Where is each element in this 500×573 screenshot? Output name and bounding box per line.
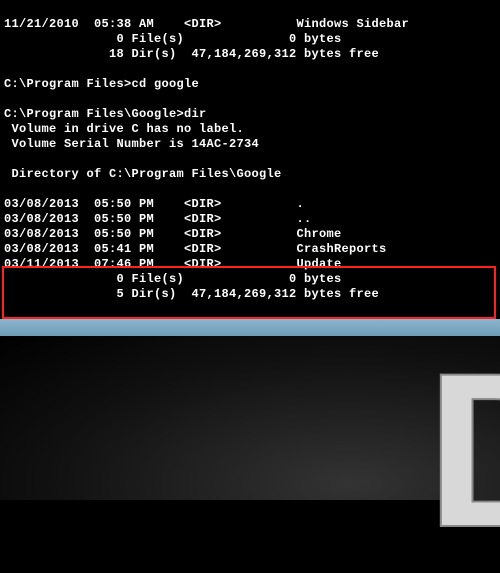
terminal-line: 03/08/2013 05:50 PM <DIR> Chrome [4,227,342,241]
decorative-letter: D [426,340,500,560]
terminal-line: 03/08/2013 05:41 PM <DIR> CrashReports [4,242,387,256]
terminal-line: C:\Program Files>cd google [4,77,199,91]
terminal-line: 03/11/2013 07:46 PM <DIR> Update [4,257,342,271]
terminal-line: 03/08/2013 05:50 PM <DIR> . [4,197,304,211]
terminal-line: Directory of C:\Program Files\Google [4,167,282,181]
terminal-line: 0 File(s) 0 bytes [4,32,342,46]
terminal-line: Volume in drive C has no label. [4,122,244,136]
terminal-line: 18 Dir(s) 47,184,269,312 bytes free [4,47,379,61]
desktop-background [0,336,500,500]
terminal-line: 5 Dir(s) 47,184,269,312 bytes free [4,287,379,301]
terminal-line: Volume Serial Number is 14AC-2734 [4,137,259,151]
terminal-line: 11/21/2010 05:38 AM <DIR> Windows Sideba… [4,17,409,31]
terminal-line: 03/08/2013 05:50 PM <DIR> .. [4,212,312,226]
terminal-line: 0 File(s) 0 bytes [4,272,342,286]
terminal-line: C:\Program Files\Google>dir [4,107,207,121]
